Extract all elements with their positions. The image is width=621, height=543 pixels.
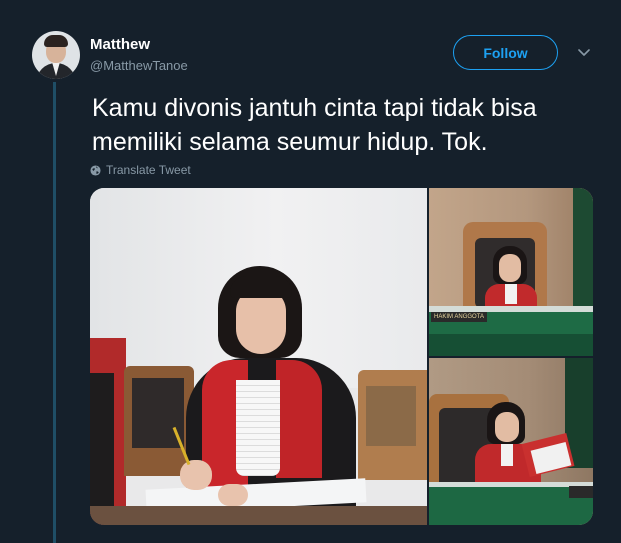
media-grid: HAKIM ANGGOTA <box>90 188 593 525</box>
photo-judge-robe-collar <box>501 444 513 466</box>
more-menu-button[interactable] <box>574 43 594 63</box>
photo-judge-bangs <box>230 276 292 298</box>
photo-judge-face <box>495 412 519 442</box>
photo-judge-reading[interactable] <box>429 358 593 525</box>
photo-hand-left <box>180 460 212 490</box>
tweet-text-line: memiliki selama seumur hidup. Tok. <box>92 128 488 156</box>
photo-green-flag <box>573 188 593 318</box>
tweet-text: Kamu divonis jantuh cinta tapi tidak bis… <box>92 91 602 159</box>
chevron-down-icon <box>578 49 590 56</box>
photo-judge-robe-red-right <box>276 360 322 478</box>
follow-button[interactable]: Follow <box>453 35 558 70</box>
tweet-text-line: Kamu divonis jantuh cinta tapi tidak bis… <box>92 94 537 122</box>
photo-judge-bench[interactable]: HAKIM ANGGOTA <box>429 188 593 356</box>
photo-judge-writing[interactable] <box>90 188 427 525</box>
thread-connector-line <box>53 82 56 543</box>
photo-judge-jabot <box>236 380 280 476</box>
translate-tweet-link[interactable]: Translate Tweet <box>90 163 191 177</box>
photo-desk <box>90 506 427 525</box>
photo-chair-right-back <box>366 386 416 446</box>
author-handle[interactable]: @MatthewTanoe <box>90 58 188 73</box>
translate-tweet-label: Translate Tweet <box>106 163 191 177</box>
author-name[interactable]: Matthew <box>90 36 150 53</box>
photo-judge-face <box>499 254 521 282</box>
avatar[interactable] <box>32 31 80 79</box>
photo-nameplate <box>569 486 593 498</box>
photo-left-figure-dark <box>90 373 114 525</box>
photo-judge-robe-collar <box>505 284 517 304</box>
avatar-hair <box>44 35 68 47</box>
photo-hand-right <box>218 484 248 506</box>
globe-icon <box>90 164 101 176</box>
photo-bench-lower <box>429 334 593 356</box>
photo-nameplate-text: HAKIM ANGGOTA <box>434 314 484 320</box>
